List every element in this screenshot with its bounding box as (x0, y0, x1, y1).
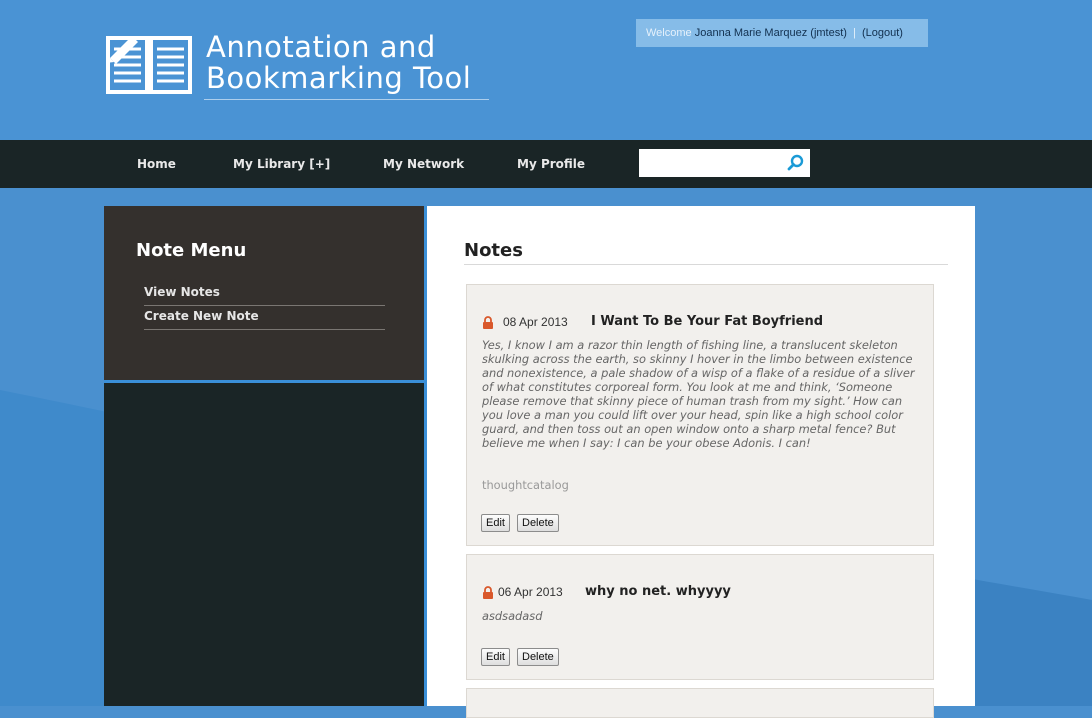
note-title[interactable]: why no net. whyyyy (585, 584, 731, 599)
nav-my-profile[interactable]: My Profile (517, 140, 585, 188)
note-body: Yes, I know I am a razor thin length of … (482, 338, 915, 450)
app-title: Annotation and Bookmarking Tool (206, 32, 471, 94)
magnifier-icon[interactable] (786, 154, 806, 172)
app-title-line2: Bookmarking Tool (206, 61, 472, 95)
note-card: 06 Apr 2013 why no net. whyyyy asdsadasd… (466, 554, 934, 680)
delete-button[interactable]: Delete (517, 514, 559, 532)
header: Annotation and Bookmarking Tool Welcome … (0, 0, 1092, 140)
search-box (639, 149, 810, 177)
title-rule (464, 264, 948, 265)
logo-underline (204, 99, 489, 100)
note-body: asdsadasd (482, 609, 543, 623)
edit-button[interactable]: Edit (481, 514, 510, 532)
note-menu-panel: Note Menu View Notes Create New Note (104, 206, 424, 380)
note-menu-list: View Notes Create New Note (144, 283, 385, 331)
nav-my-network[interactable]: My Network (383, 140, 464, 188)
note-card: 08 Apr 2013 I Want To Be Your Fat Boyfri… (466, 284, 934, 546)
separator: | (853, 27, 856, 39)
search-input[interactable] (639, 149, 779, 177)
logout-link[interactable]: (Logout) (862, 27, 903, 39)
app-logo[interactable]: Annotation and Bookmarking Tool (104, 30, 544, 102)
note-menu-title: Note Menu (136, 240, 247, 261)
note-date: 06 Apr 2013 (498, 585, 563, 599)
menu-item-view-notes[interactable]: View Notes (144, 283, 385, 306)
nav-my-library[interactable]: My Library [+] (233, 140, 330, 188)
note-card (466, 688, 934, 718)
welcome-label: Welcome (646, 27, 692, 39)
note-title[interactable]: I Want To Be Your Fat Boyfriend (591, 314, 823, 329)
menu-item-create-new-note[interactable]: Create New Note (144, 307, 385, 330)
pencil-icon (106, 36, 138, 64)
welcome-bar: Welcome Joanna Marie Marquez (jmtest) | … (636, 19, 928, 47)
lock-icon (483, 316, 493, 329)
note-source: thoughtcatalog (482, 478, 569, 492)
main-nav: Home My Library [+] My Network My Profil… (0, 140, 1092, 188)
sidebar-lower-panel (104, 383, 424, 706)
delete-button[interactable]: Delete (517, 648, 559, 666)
app-title-line1: Annotation and (206, 30, 436, 64)
nav-home[interactable]: Home (137, 140, 176, 188)
note-date: 08 Apr 2013 (503, 315, 568, 329)
notes-panel: Notes 08 Apr 2013 I Want To Be Your Fat … (427, 206, 975, 718)
page-title: Notes (464, 240, 523, 261)
user-name: Joanna Marie Marquez (jmtest) (694, 27, 847, 39)
edit-button[interactable]: Edit (481, 648, 510, 666)
lock-icon (483, 586, 493, 599)
